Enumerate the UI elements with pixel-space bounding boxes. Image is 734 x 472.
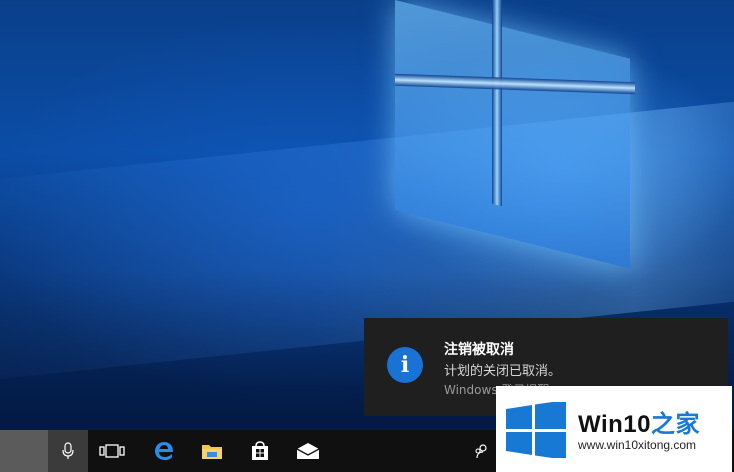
file-explorer-button[interactable]	[188, 430, 236, 472]
mail-icon	[296, 443, 320, 459]
microphone-button[interactable]	[48, 430, 88, 472]
cortana-search-box[interactable]	[0, 430, 48, 472]
toast-body: 计划的关闭已取消。	[444, 364, 562, 379]
toast-title: 注销被取消	[444, 342, 514, 358]
watermark-brand-suffix: 之家	[650, 411, 700, 438]
window-logo-vertical-bar	[492, 0, 502, 207]
microphone-icon	[62, 442, 74, 459]
edge-button[interactable]	[140, 430, 188, 472]
info-icon: i	[387, 347, 423, 383]
store-icon	[252, 441, 268, 460]
store-button[interactable]	[236, 430, 284, 472]
watermark-title: Win10之家	[578, 404, 700, 439]
mail-button[interactable]	[284, 430, 332, 472]
watermark-url: www.win10xitong.com	[578, 438, 697, 452]
task-view-icon	[99, 444, 125, 458]
windows-logo-icon	[506, 402, 566, 458]
task-view-button[interactable]	[88, 430, 136, 472]
watermark-badge: Win10之家 www.win10xitong.com	[496, 386, 732, 472]
people-button[interactable]	[466, 430, 496, 472]
folder-icon	[202, 445, 222, 459]
watermark-brand: Win10	[578, 411, 651, 438]
edge-icon	[155, 442, 173, 460]
people-icon	[475, 444, 487, 459]
